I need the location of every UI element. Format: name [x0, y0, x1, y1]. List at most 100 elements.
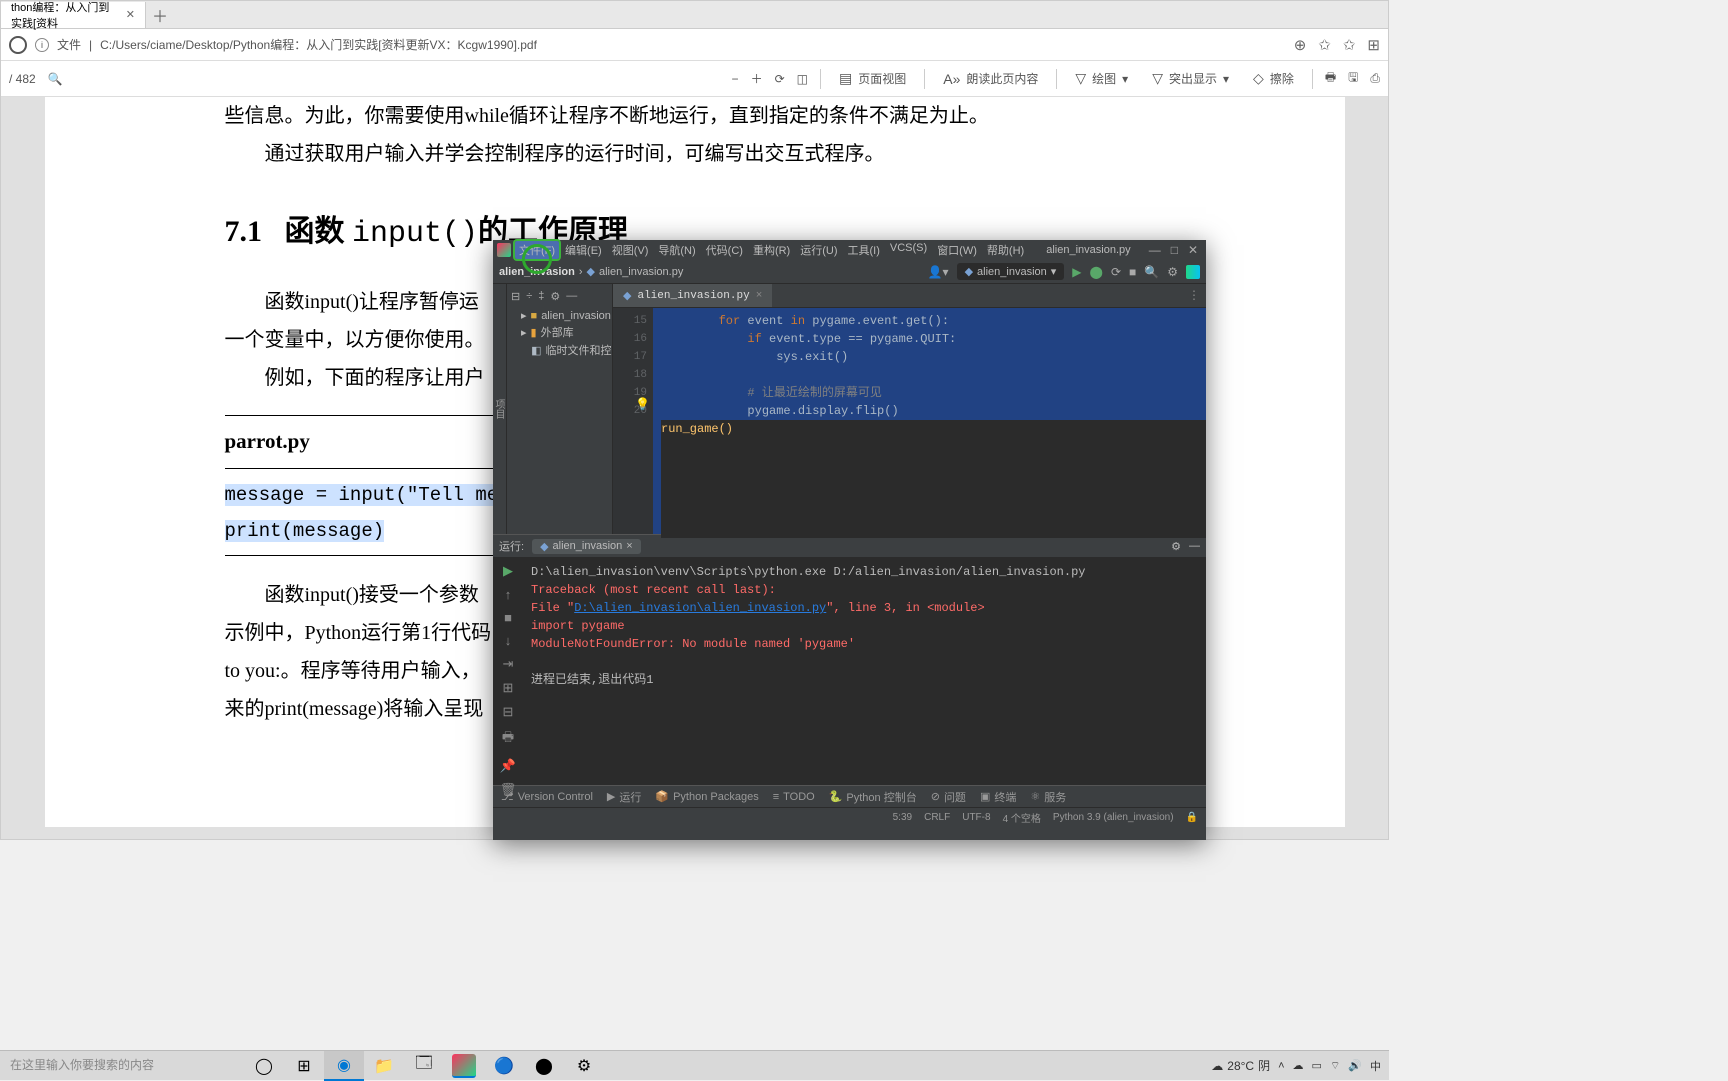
- weather-widget[interactable]: ☁ 28°C 阴: [1211, 1057, 1270, 1074]
- more-icon[interactable]: ⋮: [1188, 288, 1206, 303]
- code-area[interactable]: 💡 for event in pygame.event.get(): if ev…: [653, 308, 1206, 534]
- export-icon[interactable]: ⇥: [503, 656, 514, 672]
- layout-icon[interactable]: ⊞: [503, 680, 514, 696]
- run-output[interactable]: D:\alien_invasion\venv\Scripts\python.ex…: [523, 557, 1206, 785]
- close-icon[interactable]: ×: [626, 540, 632, 552]
- erase-button[interactable]: ◇擦除: [1247, 70, 1300, 87]
- app-icon[interactable]: ⬤: [524, 1051, 564, 1081]
- lock-icon[interactable]: 🔒: [1186, 812, 1198, 823]
- interpreter[interactable]: Python 3.9 (alien_invasion): [1053, 812, 1174, 823]
- rotate-icon[interactable]: ⟳: [775, 72, 785, 86]
- down-icon[interactable]: ↓: [505, 633, 512, 648]
- menu-window[interactable]: 窗口(W): [933, 241, 981, 259]
- menu-edit[interactable]: 编辑(E): [561, 241, 606, 259]
- chevron-up-icon[interactable]: ˄: [1278, 1060, 1284, 1072]
- intention-bulb-icon[interactable]: 💡: [635, 396, 650, 414]
- more-run-icon[interactable]: ⟳: [1111, 265, 1121, 279]
- zoom-icon[interactable]: ⊕: [1294, 36, 1307, 54]
- new-tab-button[interactable]: ＋: [146, 3, 174, 27]
- hide-icon[interactable]: —: [1189, 540, 1200, 552]
- project-tool-stripe[interactable]: 项目: [493, 284, 507, 534]
- start-button[interactable]: ◯: [244, 1051, 284, 1081]
- search-icon[interactable]: 🔍: [48, 72, 63, 86]
- draw-button[interactable]: ▽绘图▾: [1069, 70, 1134, 87]
- gear-icon[interactable]: ⚙: [1171, 540, 1181, 553]
- menu-view[interactable]: 视图(V): [608, 241, 653, 259]
- stop-icon[interactable]: ■: [1129, 265, 1136, 279]
- menu-code[interactable]: 代码(C): [702, 241, 747, 259]
- wifi-icon[interactable]: ⌔: [1330, 1059, 1340, 1073]
- plugin-icon[interactable]: [1186, 265, 1200, 279]
- editor-tab[interactable]: ◆ alien_invasion.py ×: [613, 284, 772, 307]
- ime-indicator[interactable]: 中: [1370, 1058, 1381, 1074]
- page-view-button[interactable]: ▤页面视图: [833, 70, 912, 87]
- menu-navigate[interactable]: 导航(N): [654, 241, 699, 259]
- search-icon[interactable]: 🔍: [1144, 265, 1159, 279]
- tree-select-icon[interactable]: ⊟: [511, 290, 520, 303]
- rerun-icon[interactable]: ▶: [503, 563, 513, 579]
- favorite-icon[interactable]: ✩: [1343, 36, 1356, 54]
- menu-help[interactable]: 帮助(H): [983, 241, 1028, 259]
- packages-button[interactable]: 📦 Python Packages: [655, 790, 758, 803]
- encoding[interactable]: UTF-8: [962, 812, 990, 823]
- collections-icon[interactable]: ⊞: [1367, 36, 1380, 54]
- up-icon[interactable]: ↑: [505, 587, 512, 602]
- stop-icon[interactable]: ■: [504, 610, 512, 625]
- maximize-icon[interactable]: □: [1171, 243, 1178, 257]
- indent[interactable]: 4 个空格: [1003, 810, 1041, 825]
- minimize-icon[interactable]: —: [1149, 243, 1161, 257]
- code-editor[interactable]: ◆ alien_invasion.py × ⋮ 关闭 15 16 17 18 1…: [613, 284, 1206, 534]
- tree-external-libs[interactable]: ▸ ▮ 外部库: [507, 323, 612, 341]
- browser-tab[interactable]: thon编程：从入门到实践[资料 ✕: [1, 2, 146, 28]
- qq-icon[interactable]: 🔵: [484, 1051, 524, 1081]
- python-console-button[interactable]: 🐍 Python 控制台: [829, 789, 917, 805]
- pin-icon[interactable]: 📌: [500, 758, 516, 774]
- problems-button[interactable]: ⊘ 问题: [931, 789, 966, 805]
- project-tree[interactable]: ⊟ ÷ ‡ ⚙ — ▸ ■ alien_invasion ▸ ▮ 外部库 ◧ 临…: [507, 284, 613, 534]
- volume-icon[interactable]: 🔊: [1348, 1059, 1362, 1072]
- menu-vcs[interactable]: VCS(S): [886, 241, 931, 259]
- cast-icon[interactable]: ▭: [1312, 1059, 1322, 1072]
- run-config-selector[interactable]: ◆ alien_invasion ▾: [957, 263, 1065, 280]
- share-icon[interactable]: ⎙: [1370, 71, 1380, 86]
- tree-expand-icon[interactable]: ÷: [526, 290, 532, 302]
- line-ending[interactable]: CRLF: [924, 812, 950, 823]
- hide-icon[interactable]: —: [566, 290, 577, 302]
- menu-refactor[interactable]: 重构(R): [749, 241, 794, 259]
- save-icon[interactable]: 🖫: [1348, 68, 1358, 89]
- run-tool-button[interactable]: ▶ 运行: [607, 789, 641, 805]
- file-link[interactable]: D:\alien_invasion\alien_invasion.py: [574, 601, 826, 615]
- run-icon[interactable]: ▶: [1072, 265, 1081, 279]
- read-aloud-button[interactable]: A»朗读此页内容: [937, 70, 1044, 87]
- cursor-position[interactable]: 5:39: [893, 812, 912, 823]
- close-icon[interactable]: ✕: [126, 8, 135, 21]
- user-icon[interactable]: 👤▾: [928, 265, 949, 279]
- menu-run[interactable]: 运行(U): [796, 241, 841, 259]
- todo-button[interactable]: ≡ TODO: [773, 791, 815, 803]
- breadcrumb[interactable]: alien_invasion › ◆ alien_invasion.py: [499, 265, 683, 278]
- info-icon[interactable]: i: [35, 38, 49, 52]
- terminal-button[interactable]: ▣ 终端: [980, 789, 1016, 805]
- pycharm-taskbar-icon[interactable]: [452, 1054, 476, 1078]
- reload-icon[interactable]: [9, 36, 27, 54]
- search-input[interactable]: 在这里输入你要搜索的内容: [4, 1054, 244, 1078]
- print-icon[interactable]: 🖶: [502, 728, 514, 750]
- task-view-button[interactable]: ⊞: [284, 1051, 324, 1081]
- menu-tools[interactable]: 工具(I): [844, 241, 884, 259]
- run-tab[interactable]: ◆ alien_invasion ×: [532, 539, 641, 554]
- close-icon[interactable]: ✕: [1188, 243, 1198, 257]
- explorer-icon[interactable]: 📁: [364, 1051, 404, 1081]
- edge-icon[interactable]: ◉: [324, 1051, 364, 1081]
- tree-folder-root[interactable]: ▸ ■ alien_invasion: [507, 308, 612, 323]
- menu-file[interactable]: 文件(F): [515, 241, 559, 259]
- highlight-button[interactable]: ▽突出显示▾: [1146, 70, 1235, 87]
- zoom-in-icon[interactable]: ＋: [751, 70, 763, 87]
- url-display[interactable]: i 文件 | C:/Users/ciame/Desktop/Python编程：从…: [35, 36, 1286, 53]
- tree-collapse-icon[interactable]: ‡: [538, 290, 544, 302]
- debug-icon[interactable]: ⬤: [1090, 265, 1103, 279]
- version-control-button[interactable]: ⎇ Version Control: [501, 790, 593, 803]
- close-icon[interactable]: ×: [756, 290, 763, 302]
- pycharm-titlebar[interactable]: 文件(F) 编辑(E) 视图(V) 导航(N) 代码(C) 重构(R) 运行(U…: [493, 240, 1206, 260]
- settings-icon[interactable]: ⚙: [564, 1051, 604, 1081]
- onedrive-icon[interactable]: ☁: [1293, 1059, 1304, 1072]
